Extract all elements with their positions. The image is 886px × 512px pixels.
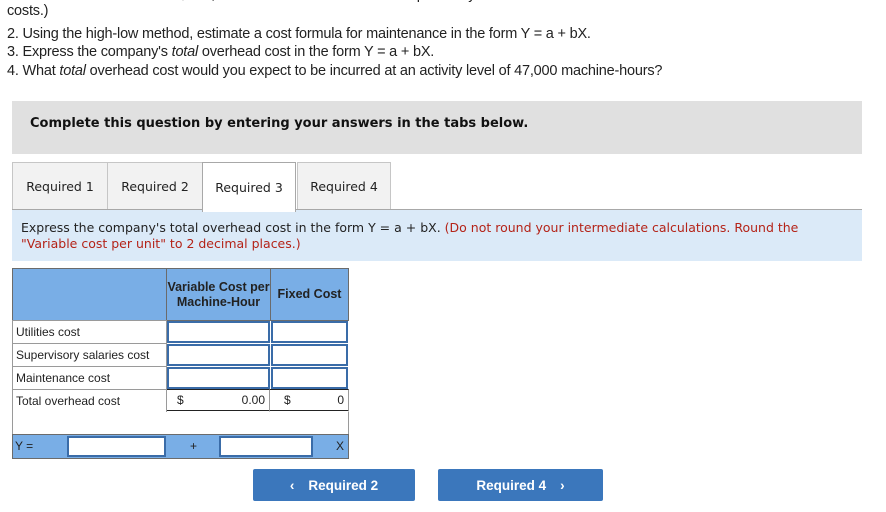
formula-x-label: X [336,439,345,453]
prev-button[interactable]: ‹ Required 2 [253,469,415,501]
utilities-variable-input[interactable] [167,321,270,343]
item4-post: overhead cost would you expect to be inc… [85,63,663,79]
total-variable-value: 0.00 [241,393,265,407]
instruction-panel: Express the company's total overhead cos… [12,210,862,261]
item3-pre: 3. Express the company's [7,44,172,60]
item4-pre: 4. What [7,63,60,79]
question-line-costs: costs.) [7,3,49,19]
maintenance-variable-input[interactable] [167,367,270,389]
formula-a-input[interactable] [67,436,166,457]
tab-required-2[interactable]: Required 2 [107,162,203,210]
prev-label: Required 2 [308,477,379,493]
spacer-row [12,412,349,435]
total-variable-currency: $ [177,393,184,407]
formula-b-input[interactable] [219,436,313,457]
supervisory-fixed-input[interactable] [271,344,348,366]
tab-required-1[interactable]: Required 1 [12,162,108,210]
header-variable-cost: Variable Cost per Machine-Hour [166,268,271,321]
formula-plus: + [190,439,198,453]
header-fixed-cost: Fixed Cost [270,268,349,321]
total-fixed-currency: $ [284,393,291,407]
tab-required-4[interactable]: Required 4 [297,162,391,210]
item3-post: overhead cost in the form Y = a + bX. [198,44,435,60]
header-text: Complete this question by entering your … [30,116,529,131]
row-label-supervisory: Supervisory salaries cost [12,343,167,367]
next-label: Required 4 [476,477,547,493]
question-item-4: 4. What total overhead cost would you ex… [7,61,662,81]
row-label-total: Total overhead cost [12,389,167,413]
header-blank [12,268,167,321]
tab-required-3[interactable]: Required 3 [202,162,296,212]
utilities-fixed-input[interactable] [271,321,348,343]
next-button[interactable]: Required 4 › [438,469,603,501]
question-cut-line: determine how much of the $202,020 consi… [0,0,796,3]
item3-em: total [171,44,199,60]
supervisory-variable-input[interactable] [167,344,270,366]
chevron-right-icon: › [560,477,565,493]
row-label-utilities: Utilities cost [12,320,167,344]
row-label-maintenance: Maintenance cost [12,366,167,390]
instructions-header: Complete this question by entering your … [12,101,862,154]
total-fixed: $ 0 [270,389,349,413]
formula-y-label: Y = [15,439,34,453]
question-item-2: 2. Using the high-low method, estimate a… [7,26,591,42]
total-variable: $ 0.00 [167,389,270,413]
maintenance-fixed-input[interactable] [271,367,348,389]
question-item-3: 3. Express the company's total overhead … [7,42,434,62]
chevron-left-icon: ‹ [289,477,295,493]
instruction-text: Express the company's total overhead cos… [21,220,441,235]
total-fixed-value: 0 [337,393,344,407]
item4-em: total [59,63,86,79]
